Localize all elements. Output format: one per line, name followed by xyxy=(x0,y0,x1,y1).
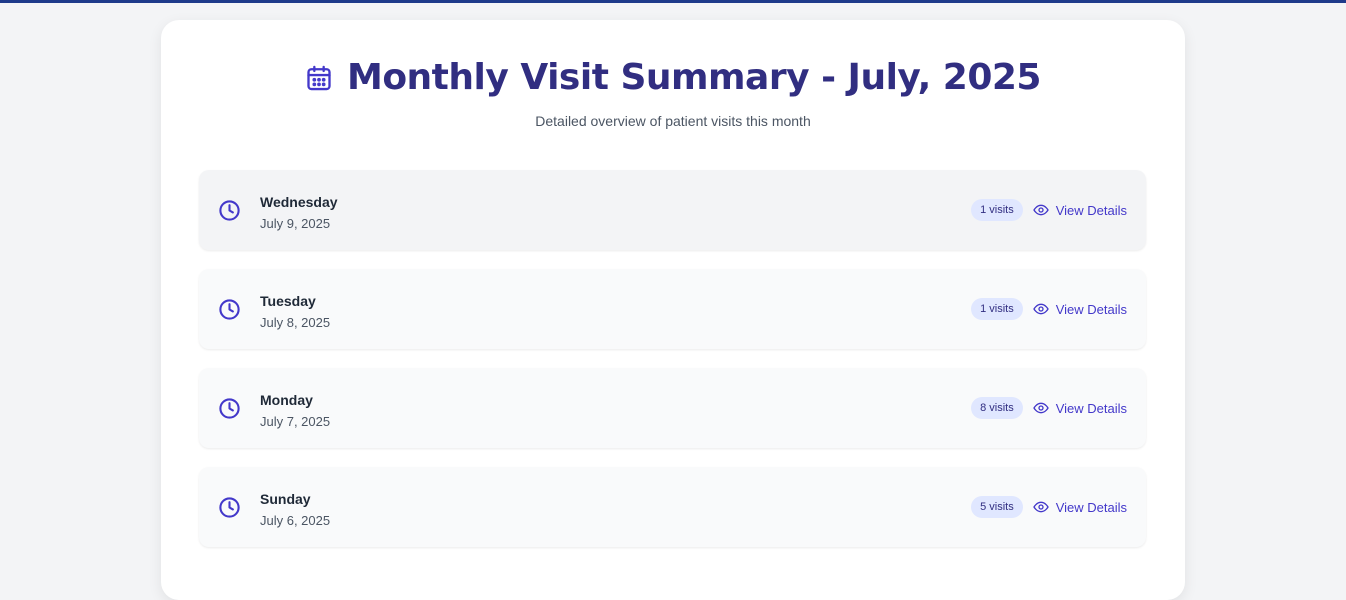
page-title: Monthly Visit Summary - July, 2025 xyxy=(347,57,1041,98)
visit-row[interactable]: Tuesday July 8, 2025 1 visits View Detai… xyxy=(199,269,1146,349)
view-details-link[interactable]: View Details xyxy=(1033,301,1127,317)
clock-icon xyxy=(218,298,241,321)
eye-icon xyxy=(1033,301,1049,317)
top-accent-bar xyxy=(0,0,1346,3)
view-details-link[interactable]: View Details xyxy=(1033,202,1127,218)
eye-icon xyxy=(1033,202,1049,218)
eye-icon xyxy=(1033,400,1049,416)
visit-summary-card: Monthly Visit Summary - July, 2025 Detai… xyxy=(161,20,1185,600)
visit-actions: 1 visits View Details xyxy=(971,199,1127,221)
visit-day: Sunday xyxy=(260,491,311,507)
visit-row[interactable]: Sunday July 6, 2025 5 visits View Detail… xyxy=(199,467,1146,547)
view-details-link[interactable]: View Details xyxy=(1033,499,1127,515)
visit-date: July 9, 2025 xyxy=(260,216,331,231)
page-subtitle: Detailed overview of patient visits this… xyxy=(535,113,811,129)
clock-icon xyxy=(218,199,241,222)
visit-count-badge: 5 visits xyxy=(971,496,1023,518)
visit-row[interactable]: Wednesday July 9, 2025 1 visits View Det… xyxy=(199,170,1146,250)
visit-count-badge: 1 visits xyxy=(971,199,1023,221)
visit-actions: 8 visits View Details xyxy=(971,397,1127,419)
visit-day: Tuesday xyxy=(260,293,316,309)
visit-date: July 7, 2025 xyxy=(260,414,331,429)
clock-icon xyxy=(218,496,241,519)
view-details-label: View Details xyxy=(1055,400,1127,416)
visit-date: July 6, 2025 xyxy=(260,513,331,528)
visit-date: July 8, 2025 xyxy=(260,315,331,330)
eye-icon xyxy=(1033,499,1049,515)
view-details-label: View Details xyxy=(1055,499,1127,515)
visit-actions: 5 visits View Details xyxy=(971,496,1127,518)
visit-actions: 1 visits View Details xyxy=(971,298,1127,320)
visit-row[interactable]: Monday July 7, 2025 8 visits View Detail… xyxy=(199,368,1146,448)
view-details-label: View Details xyxy=(1055,301,1127,317)
visit-day: Monday xyxy=(260,392,313,408)
visit-day: Wednesday xyxy=(260,194,338,210)
clock-icon xyxy=(218,397,241,420)
view-details-link[interactable]: View Details xyxy=(1033,400,1127,416)
visit-count-badge: 1 visits xyxy=(971,298,1023,320)
visit-list: Wednesday July 9, 2025 1 visits View Det… xyxy=(199,170,1146,566)
calendar-icon xyxy=(305,64,333,92)
view-details-label: View Details xyxy=(1055,202,1127,218)
page-header: Monthly Visit Summary - July, 2025 xyxy=(161,56,1185,100)
visit-count-badge: 8 visits xyxy=(971,397,1023,419)
